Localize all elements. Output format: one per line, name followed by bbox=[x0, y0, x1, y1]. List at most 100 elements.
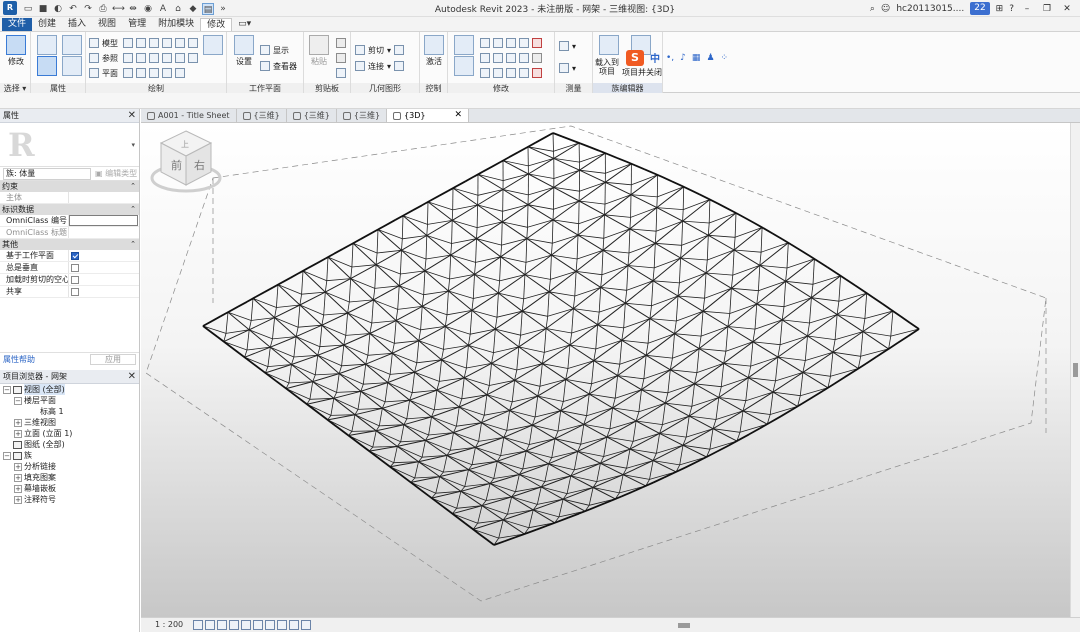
copy-modify-icon[interactable] bbox=[519, 38, 529, 48]
section-identity[interactable]: 标识数据 ⌃ bbox=[0, 204, 139, 215]
family-dropdown[interactable]: 族: 体量 bbox=[3, 167, 91, 180]
point-element-icon[interactable] bbox=[162, 68, 172, 78]
copy-icon[interactable] bbox=[336, 53, 346, 63]
align-button[interactable] bbox=[452, 35, 476, 55]
paint-icon[interactable] bbox=[394, 45, 405, 55]
sync-icon[interactable]: ◐ bbox=[52, 3, 64, 15]
viewcube[interactable]: 前 右 上 bbox=[141, 123, 231, 198]
line-icon[interactable] bbox=[123, 38, 133, 48]
match-properties-icon[interactable] bbox=[336, 68, 346, 78]
unpin-icon[interactable] bbox=[519, 68, 529, 78]
expand-toggle-icon[interactable]: + bbox=[14, 495, 22, 504]
restore-button[interactable]: ❐ bbox=[1040, 4, 1054, 14]
draw-plane[interactable]: 平面 bbox=[102, 68, 118, 79]
apply-button[interactable]: 应用 bbox=[90, 354, 136, 365]
modify-button[interactable]: 修改 bbox=[4, 35, 28, 67]
mirror-axis-icon[interactable] bbox=[480, 38, 490, 48]
arc-center-icon[interactable] bbox=[136, 53, 146, 63]
open-icon[interactable]: ▭ bbox=[22, 3, 34, 15]
space-frame-model[interactable] bbox=[141, 123, 1070, 617]
ellipse-axis-icon[interactable] bbox=[136, 68, 146, 78]
ime-skin-icon[interactable]: ♟ bbox=[706, 53, 714, 63]
cut-icon[interactable] bbox=[336, 38, 346, 48]
sun-path-icon[interactable] bbox=[217, 620, 227, 630]
tab-file[interactable]: 文件 bbox=[2, 18, 33, 31]
chevron-down-icon[interactable]: ▾ bbox=[131, 141, 135, 149]
tree-elevations[interactable]: + 立面 (立面 1) bbox=[0, 428, 139, 439]
collapse-toggle-icon[interactable]: − bbox=[14, 396, 22, 405]
properties-help-link[interactable]: 属性帮助 bbox=[3, 354, 35, 365]
visual-style-icon[interactable] bbox=[205, 620, 215, 630]
load-into-project-button[interactable] bbox=[597, 35, 621, 55]
save-icon[interactable]: ■ bbox=[37, 3, 49, 15]
ellipse-icon[interactable] bbox=[188, 38, 198, 48]
expand-toggle-icon[interactable]: + bbox=[14, 418, 22, 427]
pin-icon[interactable] bbox=[532, 53, 542, 63]
binoculars-icon[interactable]: ⌕ bbox=[870, 4, 875, 14]
close-tab-icon[interactable]: ✕ bbox=[455, 109, 463, 122]
array-icon[interactable] bbox=[519, 53, 529, 63]
redo-icon[interactable]: ↷ bbox=[82, 3, 94, 15]
shadows-icon[interactable] bbox=[229, 620, 239, 630]
split-face-icon[interactable] bbox=[394, 61, 405, 71]
tab-contextual-dropdown[interactable]: ▭▾ bbox=[232, 18, 257, 31]
tab-insert[interactable]: 插入 bbox=[62, 18, 92, 31]
reference-icon[interactable] bbox=[89, 53, 99, 63]
type-properties-button[interactable] bbox=[60, 56, 84, 76]
move-button[interactable] bbox=[452, 56, 476, 76]
tree-3d-views[interactable]: + 三维视图 bbox=[0, 417, 139, 428]
close-browser-icon[interactable]: ✕ bbox=[128, 370, 136, 384]
show-crop-icon[interactable] bbox=[265, 620, 275, 630]
polygon-icon[interactable] bbox=[149, 38, 159, 48]
scale-icon[interactable] bbox=[480, 68, 490, 78]
rotate-icon[interactable] bbox=[480, 53, 490, 63]
measure-icon[interactable]: ⟷ bbox=[112, 3, 125, 15]
section-constraints[interactable]: 约束 ⌃ bbox=[0, 181, 139, 192]
model-line-icon[interactable] bbox=[89, 38, 99, 48]
print-icon[interactable]: ⎙ bbox=[97, 3, 109, 15]
ime-toolbox-icon[interactable]: ⁘ bbox=[721, 53, 729, 63]
undo-icon[interactable]: ↶ bbox=[67, 3, 79, 15]
switch-windows-icon[interactable]: ▤ bbox=[202, 2, 214, 15]
space-frame-mesh[interactable] bbox=[202, 132, 920, 546]
paste-button[interactable]: 粘贴 bbox=[307, 35, 331, 67]
ime-voice-icon[interactable]: ♪ bbox=[680, 53, 686, 63]
tab-create[interactable]: 创建 bbox=[32, 18, 62, 31]
view-tab-3d-active[interactable]: {3D} ✕ bbox=[387, 109, 470, 122]
cut-geometry-icon[interactable] bbox=[355, 45, 365, 55]
close-window-button[interactable]: ✕ bbox=[1060, 4, 1074, 14]
partial-ellipse-icon[interactable] bbox=[175, 53, 185, 63]
tag-icon[interactable]: ◉ bbox=[142, 3, 154, 15]
collapse-toggle-icon[interactable]: − bbox=[3, 385, 11, 394]
view-tab-3d-2[interactable]: {三维} bbox=[287, 109, 337, 122]
revit-app-icon[interactable]: R bbox=[3, 1, 17, 15]
view-tab-title-sheet[interactable]: A001 - Title Sheet bbox=[141, 109, 237, 122]
measure-distance-icon[interactable] bbox=[559, 41, 569, 51]
circle-icon[interactable] bbox=[162, 38, 172, 48]
edit-type-button[interactable]: ▣ 编辑类型 bbox=[95, 168, 137, 179]
close-properties-icon[interactable]: ✕ bbox=[128, 109, 136, 123]
rendering-icon[interactable] bbox=[241, 620, 251, 630]
cut-geometry[interactable]: 剪切 bbox=[368, 45, 384, 56]
pick-lines-icon[interactable] bbox=[188, 53, 198, 63]
plane-icon[interactable] bbox=[89, 68, 99, 78]
3d-viewport[interactable]: 前 右 上 bbox=[141, 123, 1070, 617]
cut-voids-checkbox[interactable] bbox=[71, 276, 79, 284]
tab-addins[interactable]: 附加模块 bbox=[152, 18, 200, 31]
help-icon[interactable]: ? bbox=[1009, 4, 1014, 14]
tab-manage[interactable]: 管理 bbox=[122, 18, 152, 31]
arc-icon[interactable] bbox=[175, 38, 185, 48]
lock-view-icon[interactable] bbox=[277, 620, 287, 630]
offset-icon[interactable] bbox=[493, 38, 503, 48]
expand-toggle-icon[interactable]: + bbox=[14, 473, 22, 482]
expand-toggle-icon[interactable]: + bbox=[14, 429, 22, 438]
detail-level-icon[interactable] bbox=[193, 620, 203, 630]
show-workplane[interactable]: 显示 bbox=[273, 45, 289, 56]
delete-icon-1[interactable] bbox=[532, 38, 542, 48]
split-icon[interactable] bbox=[506, 53, 516, 63]
shared-checkbox[interactable] bbox=[71, 288, 79, 296]
tab-view[interactable]: 视图 bbox=[92, 18, 122, 31]
customize-qat-icon[interactable]: » bbox=[217, 3, 229, 15]
trim-icon[interactable] bbox=[493, 53, 503, 63]
tree-views-all[interactable]: − 视图 (全部) bbox=[0, 384, 139, 395]
